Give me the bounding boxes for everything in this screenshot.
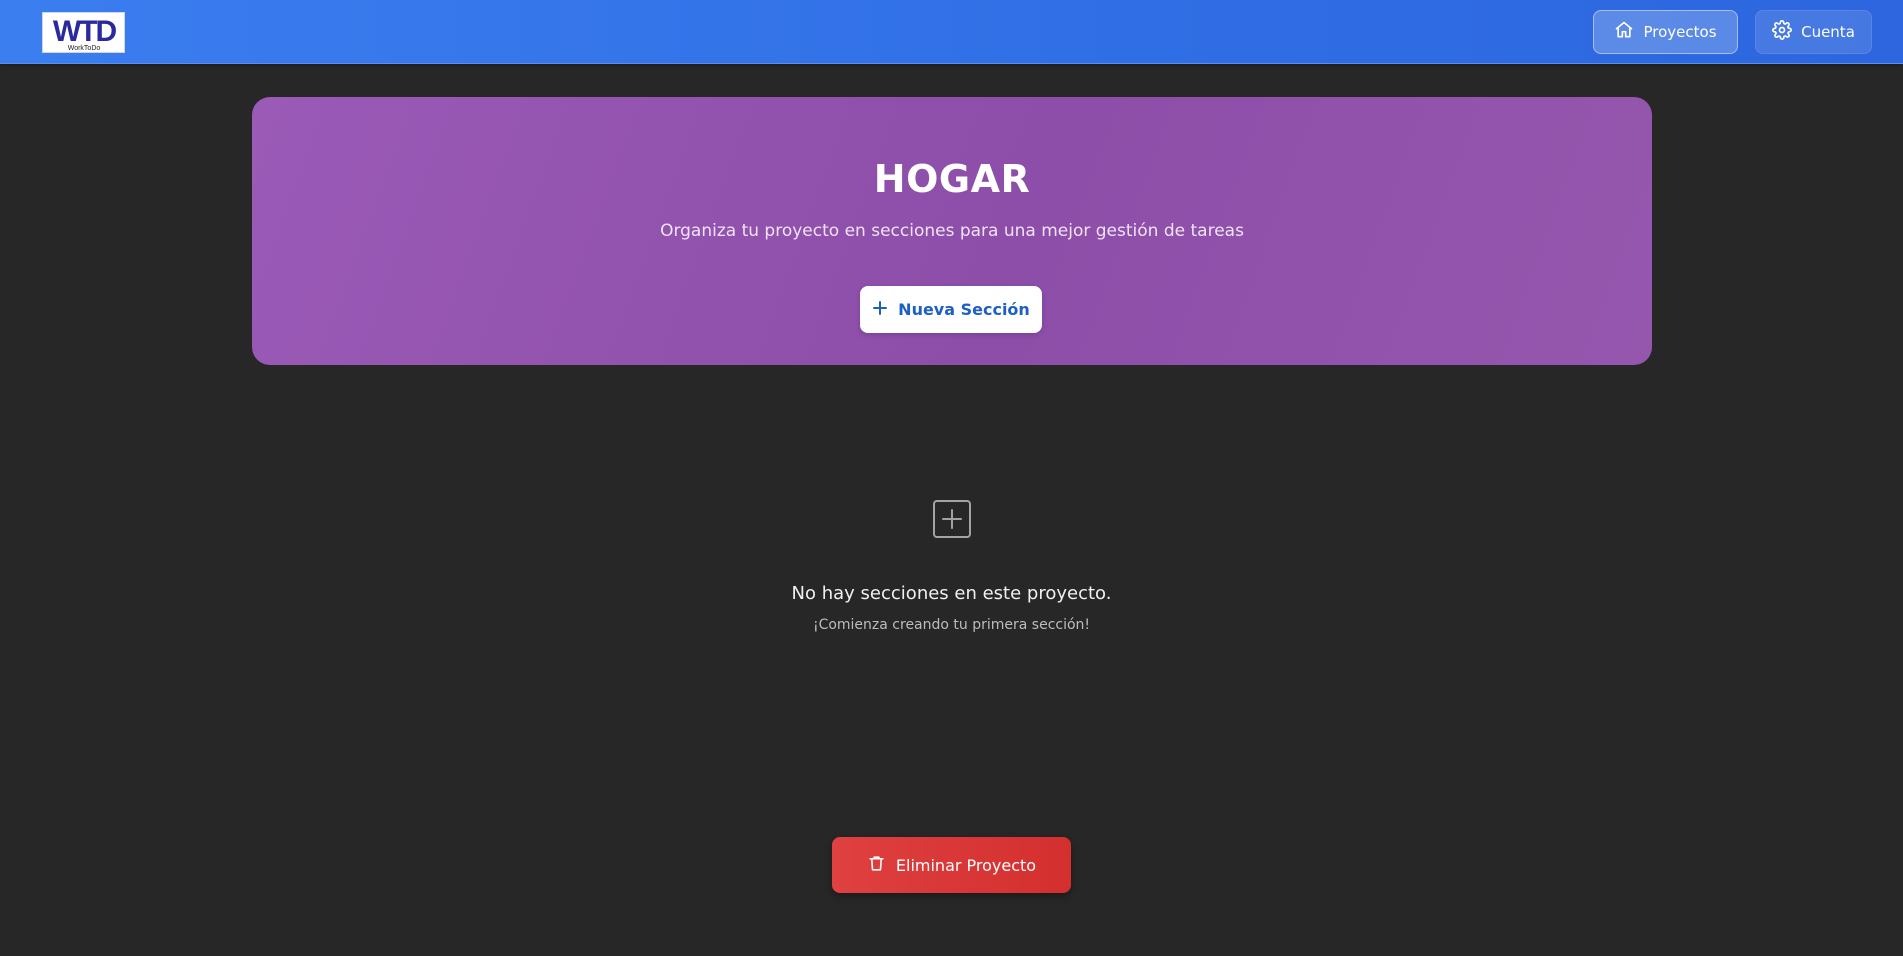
empty-state-subtitle: ¡Comienza creando tu primera sección! [812, 617, 1091, 633]
empty-state-title: No hay secciones en este proyecto. [791, 583, 1112, 604]
top-navbar: WTD WorkToDo Proyectos Cuenta [0, 0, 1903, 64]
plus-icon [872, 300, 888, 320]
project-title: HOGAR [873, 157, 1031, 201]
delete-project-label: Eliminar Proyecto [895, 855, 1037, 875]
logo-graphic: WTD WorkToDo [53, 15, 119, 52]
nav-proyectos-button[interactable]: Proyectos [1593, 10, 1738, 54]
nav-cuenta-button[interactable]: Cuenta [1755, 10, 1872, 54]
nav-proyectos-label: Proyectos [1643, 23, 1717, 41]
delete-project-button[interactable]: Eliminar Proyecto [832, 837, 1071, 893]
worktodo-logo[interactable]: WTD WorkToDo [42, 12, 125, 53]
gear-icon [1772, 20, 1793, 44]
project-subtitle: Organiza tu proyecto en secciones para u… [660, 221, 1244, 241]
plus-square-icon [932, 499, 972, 539]
logo-tagline: WorkToDo [68, 45, 101, 52]
new-section-label: Nueva Sección [898, 300, 1030, 319]
logo-text: WTD [53, 15, 117, 48]
new-section-button[interactable]: Nueva Sección [860, 286, 1042, 333]
project-hero-card: HOGAR Organiza tu proyecto en secciones … [252, 97, 1652, 365]
home-icon [1614, 20, 1634, 44]
nav-cuenta-label: Cuenta [1801, 23, 1855, 41]
trash-icon [867, 854, 886, 877]
